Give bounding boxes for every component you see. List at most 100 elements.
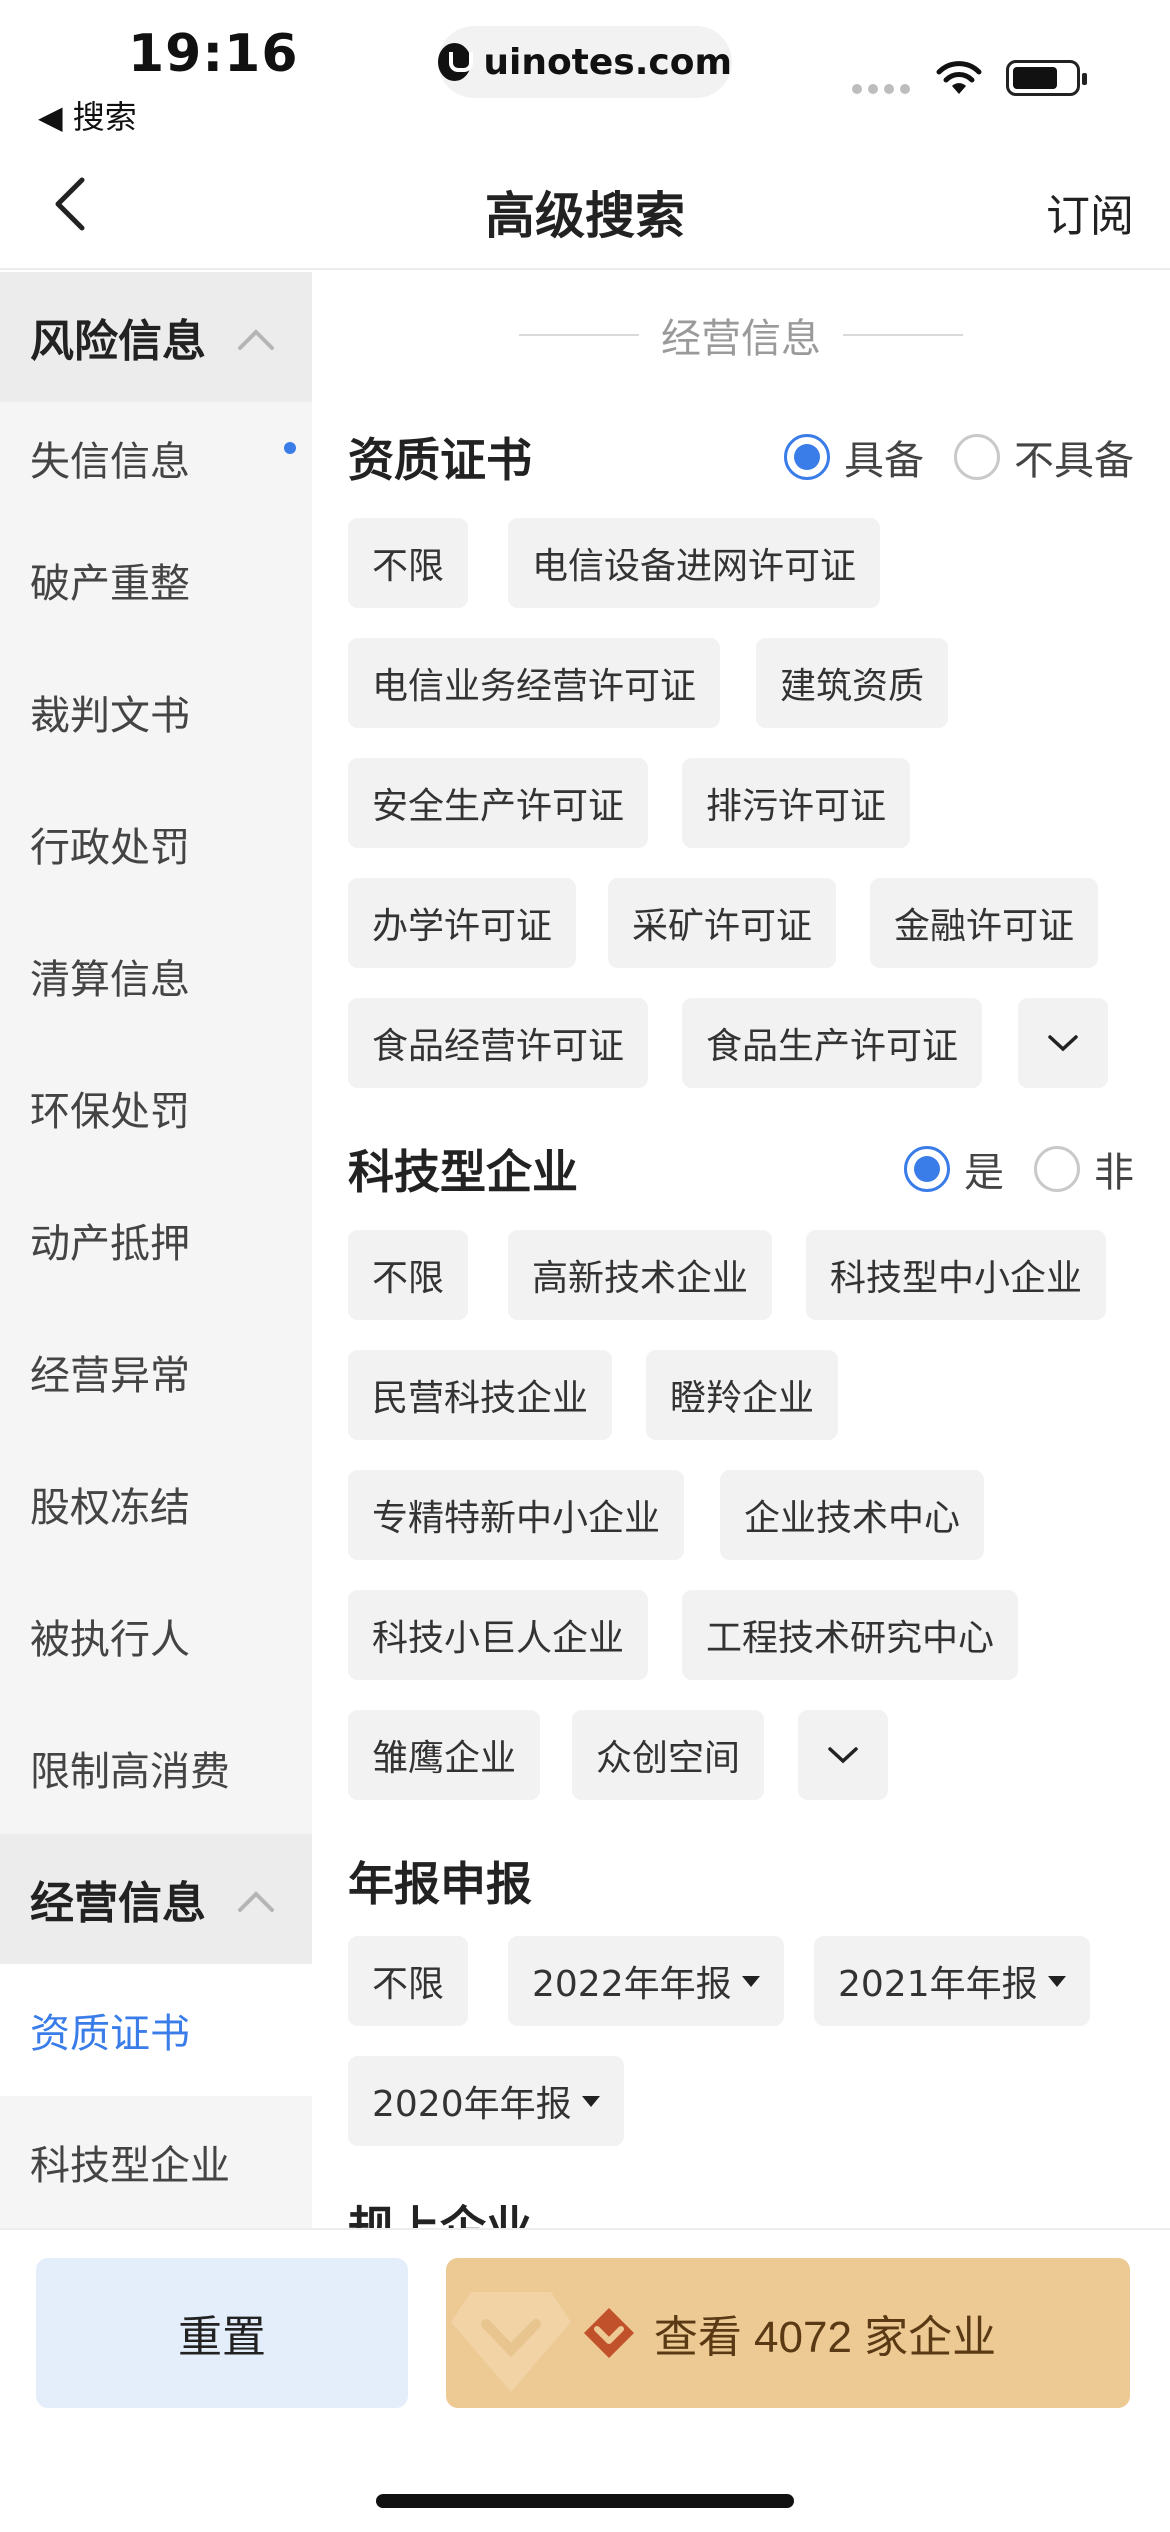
sidebar-group-business[interactable]: 经营信息 — [0, 1834, 312, 1964]
radio-no-label[interactable]: 非 — [1094, 1140, 1134, 1198]
tag-qual-mining[interactable]: 采矿许可证 — [608, 878, 837, 968]
subscribe-button[interactable]: 订阅 — [1046, 180, 1134, 244]
report-2020-label: 2020年年报 — [372, 2084, 572, 2125]
tag-qual-school[interactable]: 办学许可证 — [348, 878, 577, 968]
radio-have[interactable] — [784, 434, 830, 480]
sidebar-group-label: 风险信息 — [30, 316, 206, 367]
status-time: 19:16 — [128, 24, 299, 84]
radio-have-label[interactable]: 具备 — [844, 428, 924, 486]
report-2022-dropdown[interactable]: 2022年年报 — [508, 1936, 784, 2026]
report-2022-label: 2022年年报 — [532, 1964, 732, 2005]
sidebar-item-abnormal-operation[interactable]: 经营异常 — [0, 1306, 312, 1438]
sidebar-item-label: 限制高消费 — [30, 1749, 230, 1795]
nav-bar: 高级搜索 订阅 — [0, 140, 1170, 270]
reset-button[interactable]: 重置 — [36, 2258, 408, 2408]
caret-down-icon — [581, 2095, 600, 2107]
tech-radio-group: 是 非 — [904, 1140, 1134, 1198]
sidebar-item-label: 破产重整 — [30, 561, 190, 607]
tag-qual-pollution[interactable]: 排污许可证 — [682, 758, 911, 848]
diamond-watermark-icon — [451, 2292, 571, 2392]
report-2020-dropdown[interactable]: 2020年年报 — [348, 2056, 624, 2146]
radio-yes[interactable] — [904, 1146, 950, 1192]
tag-tech-maker-space[interactable]: 众创空间 — [572, 1710, 765, 1800]
tag-qual-safety[interactable]: 安全生产许可证 — [348, 758, 649, 848]
tag-qual-unlimited[interactable]: 不限 — [348, 518, 469, 608]
tag-tech-specialized[interactable]: 专精特新中小企业 — [348, 1470, 685, 1560]
view-results-label: 查看 4072 家企业 — [653, 2313, 997, 2362]
url-text: uinotes.com — [483, 41, 732, 83]
sidebar-item-dishonest[interactable]: 失信信息 — [0, 402, 312, 514]
sidebar-item-equity-freeze[interactable]: 股权冻结 — [0, 1438, 312, 1570]
vip-diamond-icon — [583, 2308, 634, 2358]
sidebar-item-liquidation[interactable]: 清算信息 — [0, 910, 312, 1042]
sidebar-item-judgment-debtor[interactable]: 被执行人 — [0, 1570, 312, 1702]
sidebar-item-chattel-mortgage[interactable]: 动产抵押 — [0, 1174, 312, 1306]
report-2021-label: 2021年年报 — [838, 1964, 1038, 2005]
filter-panel: 经营信息 资质证书 具备 不具备 不限 电信设备进网许可证 电信业务经营许可证 … — [312, 272, 1170, 2228]
sidebar-item-label: 行政处罚 — [30, 825, 190, 871]
selected-dot — [284, 442, 296, 454]
radio-not-have-label[interactable]: 不具备 — [1014, 428, 1134, 486]
url-pill[interactable]: uinotes.com — [438, 26, 732, 98]
radio-no[interactable] — [1034, 1146, 1080, 1192]
tag-qual-food-production[interactable]: 食品生产许可证 — [682, 998, 983, 1088]
sidebar-group-label: 经营信息 — [30, 1878, 206, 1929]
wifi-icon — [936, 61, 982, 94]
qualification-title: 资质证书 — [348, 433, 532, 487]
section-divider: 经营信息 — [312, 306, 1170, 364]
signal-icon — [852, 84, 910, 94]
radio-yes-label[interactable]: 是 — [964, 1140, 1004, 1198]
chevron-up-icon — [238, 1891, 274, 1912]
tag-tech-unlimited[interactable]: 不限 — [348, 1230, 469, 1320]
sidebar-item-label: 失信信息 — [30, 439, 190, 485]
tag-tech-gazelle[interactable]: 瞪羚企业 — [646, 1350, 839, 1440]
expand-qualification-button[interactable] — [1018, 998, 1108, 1088]
tag-qual-construction[interactable]: 建筑资质 — [756, 638, 949, 728]
tag-qual-telecom-business[interactable]: 电信业务经营许可证 — [348, 638, 721, 728]
above-scale-title: 规上企业 — [348, 2201, 532, 2228]
sidebar-item-label: 环保处罚 — [30, 1089, 190, 1135]
page-title: 高级搜索 — [485, 187, 685, 245]
tech-enterprise-title: 科技型企业 — [348, 1145, 578, 1199]
divider-line — [519, 334, 639, 336]
report-2021-dropdown[interactable]: 2021年年报 — [814, 1936, 1090, 2026]
sidebar-item-label: 裁判文书 — [30, 693, 190, 739]
sidebar-item-label: 经营异常 — [30, 1353, 190, 1399]
caret-down-icon — [1047, 1975, 1066, 1987]
view-results-button[interactable]: 查看 4072 家企业 — [446, 2258, 1130, 2408]
tag-tech-research-center[interactable]: 工程技术研究中心 — [682, 1590, 1019, 1680]
sidebar-item-label: 科技型企业 — [30, 2143, 230, 2189]
sidebar-item-label: 清算信息 — [30, 957, 190, 1003]
site-logo-icon — [438, 43, 474, 81]
sidebar-item-admin-penalty[interactable]: 行政处罚 — [0, 778, 312, 910]
sidebar-item-judgments[interactable]: 裁判文书 — [0, 646, 312, 778]
sidebar-group-risk[interactable]: 风险信息 — [0, 272, 312, 402]
divider-line — [843, 334, 963, 336]
battery-icon — [1006, 60, 1087, 96]
sidebar-item-tech-enterprise[interactable]: 科技型企业 — [0, 2096, 312, 2228]
sidebar-item-consumption-limit[interactable]: 限制高消费 — [0, 1702, 312, 1834]
chevron-down-icon — [828, 1747, 858, 1764]
tag-qual-finance[interactable]: 金融许可证 — [870, 878, 1099, 968]
tag-report-unlimited[interactable]: 不限 — [348, 1936, 469, 2026]
sidebar-item-qualification[interactable]: 资质证书 — [0, 1964, 312, 2096]
category-sidebar: 风险信息 失信信息 破产重整 裁判文书 行政处罚 清算信息 环保处罚 动产抵押 … — [0, 272, 312, 2228]
radio-not-have[interactable] — [954, 434, 1000, 480]
back-to-search-link[interactable]: ◀ 搜索 — [38, 92, 137, 138]
tag-tech-high-tech[interactable]: 高新技术企业 — [508, 1230, 773, 1320]
home-indicator — [376, 2494, 794, 2508]
tag-tech-private[interactable]: 民营科技企业 — [348, 1350, 613, 1440]
bottom-action-bar: 重置 查看 4072 家企业 — [0, 2228, 1170, 2532]
tag-qual-food-operation[interactable]: 食品经营许可证 — [348, 998, 649, 1088]
tag-tech-little-giant[interactable]: 科技小巨人企业 — [348, 1590, 649, 1680]
sidebar-item-bankruptcy[interactable]: 破产重整 — [0, 514, 312, 646]
tag-qual-telecom-device[interactable]: 电信设备进网许可证 — [508, 518, 881, 608]
tag-tech-eaglet[interactable]: 雏鹰企业 — [348, 1710, 541, 1800]
sidebar-item-env-penalty[interactable]: 环保处罚 — [0, 1042, 312, 1174]
expand-tech-button[interactable] — [798, 1710, 888, 1800]
tag-tech-sme[interactable]: 科技型中小企业 — [806, 1230, 1107, 1320]
tag-tech-center[interactable]: 企业技术中心 — [720, 1470, 985, 1560]
qualification-radio-group: 具备 不具备 — [784, 428, 1134, 486]
status-bar: 19:16 ◀ 搜索 uinotes.com — [0, 0, 1170, 140]
chevron-up-icon — [238, 329, 274, 350]
